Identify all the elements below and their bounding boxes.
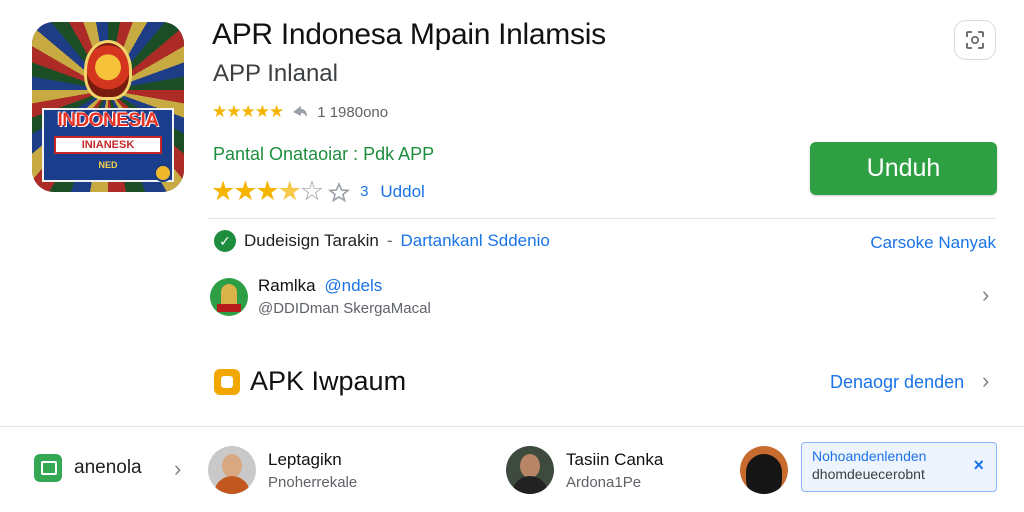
app-icon-text-banner: INIANESK [54,136,162,154]
rating-stars-large: ★★★★☆ [211,176,324,206]
developer-avatar [210,277,248,316]
chevron-right-icon[interactable]: › [982,282,989,308]
avatar [506,446,554,494]
app-icon: INDONESIA INIANESK NED [32,22,184,192]
divider-top [208,218,996,219]
app-icon-emblem [84,40,132,100]
rating-stars-small: ★★★★★ [212,102,284,121]
toast-line1: Nohoandenlenden [812,448,927,464]
avatar [208,446,256,494]
chevron-right-icon[interactable]: › [174,456,181,482]
app-subtitle: APP Inlanal [213,60,338,87]
person-name: Tasiin Canka [566,449,664,469]
list-item[interactable]: Tasiin Canka Ardona1Pe [506,446,663,494]
verified-link[interactable]: Dartankanl Sddenio [401,231,550,251]
rating-label[interactable]: Uddol [380,182,424,202]
section-header: APK Iwpaum [214,366,406,397]
side-nav-label: anenola [74,457,142,478]
list-item[interactable] [740,446,788,494]
more-link[interactable]: Carsoke Nanyak [870,233,996,253]
developer-handle[interactable]: @ndels [324,276,382,295]
install-button[interactable]: Unduh [810,142,997,195]
avatar [740,446,788,494]
app-icon-seal [154,164,172,182]
developer-card[interactable]: Ramlka @ndels @DDIDman SkergaMacal [210,276,431,317]
person-name: Leptagikn [268,449,342,469]
developer-line[interactable]: Pantal Onataoiar : Pdk APP [213,144,434,165]
divider-bottom [0,426,1024,427]
notification-toast[interactable]: Nohoandenlenden dhomdeuecerobnt × [801,442,997,492]
rating-count-small: 1 1980ono [317,103,389,121]
person-sub: Ardona1Pe [566,473,642,491]
rating-detail[interactable]: ★★★★☆ 3 Uddol [211,176,425,207]
app-title: APR Indonesa Mpain Inlamsis [212,18,606,51]
verified-row: ✓ Dudeisign Tarakin - Dartankanl Sddenio [214,230,550,252]
section-title: APK Iwpaum [250,366,407,396]
app-icon-text-small: NED [98,160,118,170]
rating-summary: ★★★★★ 1 1980ono [212,102,388,122]
person-sub: Pnoherrekale [268,473,358,491]
share-icon[interactable] [291,104,309,120]
developer-name-line: Ramlka @ndels [258,276,431,296]
close-icon[interactable]: × [973,455,984,476]
image-icon [34,454,62,482]
scan-icon [966,31,984,49]
toast-line2: dhomdeuecerobnt [812,466,925,482]
check-circle-icon: ✓ [214,230,236,252]
verified-separator: - [386,231,393,250]
verified-text: Dudeisign Tarakin [244,231,379,250]
developer-sub: @DDIDman SkergaMacal [258,300,431,317]
app-icon-text-main: INDONESIA [57,110,159,131]
chevron-right-icon[interactable]: › [982,368,989,394]
see-all-link[interactable]: Denaogr denden [830,372,964,393]
apk-icon [214,368,240,395]
star-outline-icon [328,181,351,202]
side-nav-item[interactable]: anenola [34,454,142,482]
scan-icon-button[interactable] [954,20,996,60]
rating-count-large: 3 [360,183,369,200]
list-item[interactable]: Leptagikn Pnoherrekale [208,446,357,494]
developer-name: Ramlka [258,276,316,295]
